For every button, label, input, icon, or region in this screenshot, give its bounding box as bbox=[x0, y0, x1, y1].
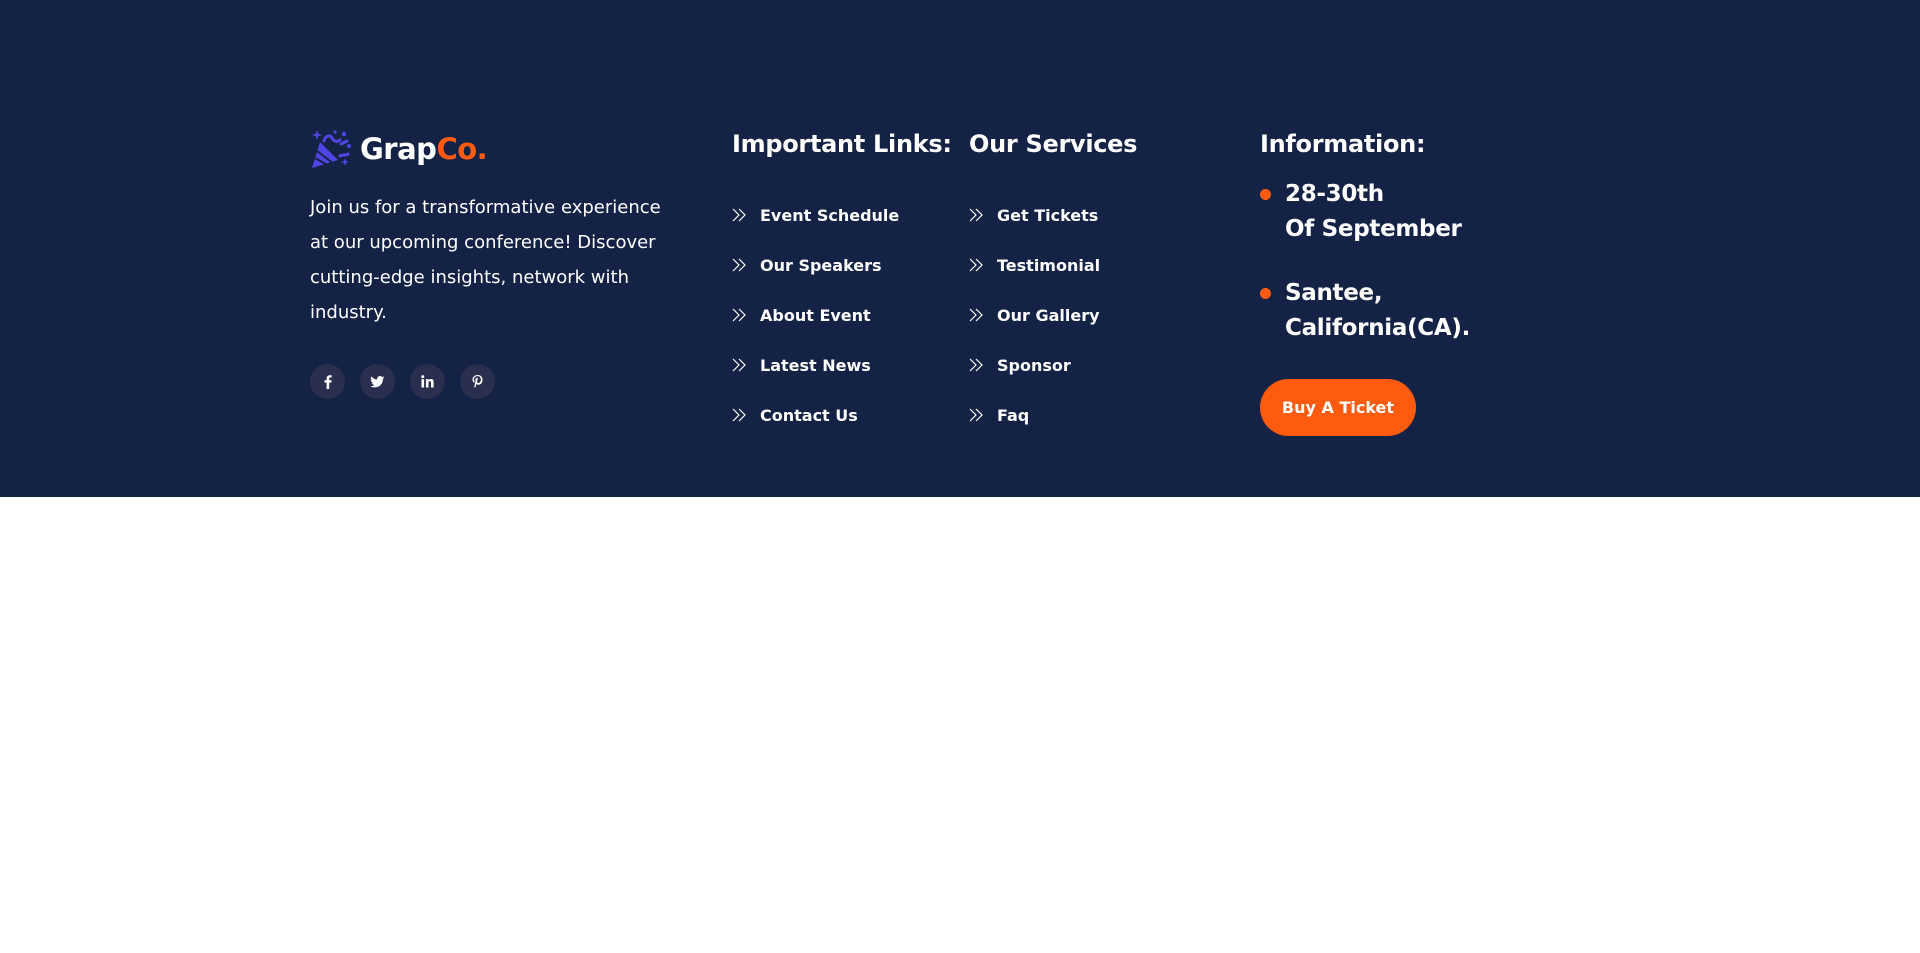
event-location-line2: California(CA). bbox=[1285, 315, 1471, 341]
event-date: 28-30th Of September bbox=[1260, 177, 1462, 247]
brand-logo[interactable]: GrapCo. bbox=[310, 128, 488, 170]
footer-link-testimonial[interactable]: Testimonial bbox=[969, 240, 1100, 290]
footer-link-label: Get Tickets bbox=[997, 205, 1099, 225]
pinterest-icon bbox=[472, 374, 483, 388]
footer-link-about-event[interactable]: About Event bbox=[732, 290, 899, 340]
double-chevron-right-icon bbox=[969, 258, 983, 272]
event-location: Santee, California(CA). bbox=[1260, 276, 1470, 346]
footer-link-latest-news[interactable]: Latest News bbox=[732, 340, 899, 390]
footer-link-contact-us[interactable]: Contact Us bbox=[732, 390, 899, 440]
footer-link-label: About Event bbox=[760, 305, 871, 325]
party-popper-icon bbox=[312, 130, 351, 168]
facebook-link[interactable] bbox=[310, 364, 345, 399]
important-links-list: Event Schedule Our Speakers About Event … bbox=[732, 190, 899, 440]
double-chevron-right-icon bbox=[969, 308, 983, 322]
event-date-text: 28-30th Of September bbox=[1285, 177, 1462, 247]
information-title: Information: bbox=[1260, 130, 1426, 158]
footer-link-our-speakers[interactable]: Our Speakers bbox=[732, 240, 899, 290]
facebook-icon bbox=[324, 374, 332, 389]
footer-link-sponsor[interactable]: Sponsor bbox=[969, 340, 1100, 390]
double-chevron-right-icon bbox=[732, 358, 746, 372]
services-title: Our Services bbox=[969, 130, 1138, 158]
linkedin-link[interactable] bbox=[410, 364, 445, 399]
footer-link-faq[interactable]: Faq bbox=[969, 390, 1100, 440]
double-chevron-right-icon bbox=[732, 408, 746, 422]
site-footer: GrapCo. Join us for a transformative exp… bbox=[0, 0, 1920, 497]
double-chevron-right-icon bbox=[732, 308, 746, 322]
footer-link-label: Sponsor bbox=[997, 355, 1071, 375]
double-chevron-right-icon bbox=[969, 208, 983, 222]
footer-link-event-schedule[interactable]: Event Schedule bbox=[732, 190, 899, 240]
linkedin-icon bbox=[421, 375, 434, 388]
double-chevron-right-icon bbox=[732, 258, 746, 272]
bullet-dot-icon bbox=[1260, 288, 1271, 299]
pinterest-link[interactable] bbox=[460, 364, 495, 399]
footer-link-label: Testimonial bbox=[997, 255, 1101, 275]
footer-link-label: Contact Us bbox=[760, 405, 858, 425]
footer-link-label: Latest News bbox=[760, 355, 871, 375]
footer-link-label: Faq bbox=[997, 405, 1030, 425]
social-links bbox=[310, 364, 495, 399]
event-location-text: Santee, California(CA). bbox=[1285, 276, 1470, 346]
brand-name: GrapCo. bbox=[360, 131, 488, 166]
footer-link-our-gallery[interactable]: Our Gallery bbox=[969, 290, 1100, 340]
footer-link-label: Event Schedule bbox=[760, 205, 900, 225]
twitter-icon bbox=[370, 375, 385, 387]
event-date-line1: 28-30th bbox=[1285, 181, 1384, 207]
footer-link-label: Our Speakers bbox=[760, 255, 882, 275]
brand-name-main: Grap bbox=[360, 131, 437, 166]
important-links-title: Important Links: bbox=[732, 130, 952, 158]
double-chevron-right-icon bbox=[969, 358, 983, 372]
event-date-line2: Of September bbox=[1285, 216, 1462, 242]
double-chevron-right-icon bbox=[732, 208, 746, 222]
footer-link-label: Our Gallery bbox=[997, 305, 1100, 325]
bullet-dot-icon bbox=[1260, 189, 1271, 200]
buy-ticket-button[interactable]: Buy A Ticket bbox=[1260, 379, 1416, 436]
twitter-link[interactable] bbox=[360, 364, 395, 399]
double-chevron-right-icon bbox=[969, 408, 983, 422]
event-location-line1: Santee, bbox=[1285, 280, 1383, 306]
brand-name-accent: Co. bbox=[436, 131, 488, 166]
services-list: Get Tickets Testimonial Our Gallery Spon… bbox=[969, 190, 1100, 440]
footer-description: Join us for a transformative experience … bbox=[310, 197, 661, 323]
footer-link-get-tickets[interactable]: Get Tickets bbox=[969, 190, 1100, 240]
